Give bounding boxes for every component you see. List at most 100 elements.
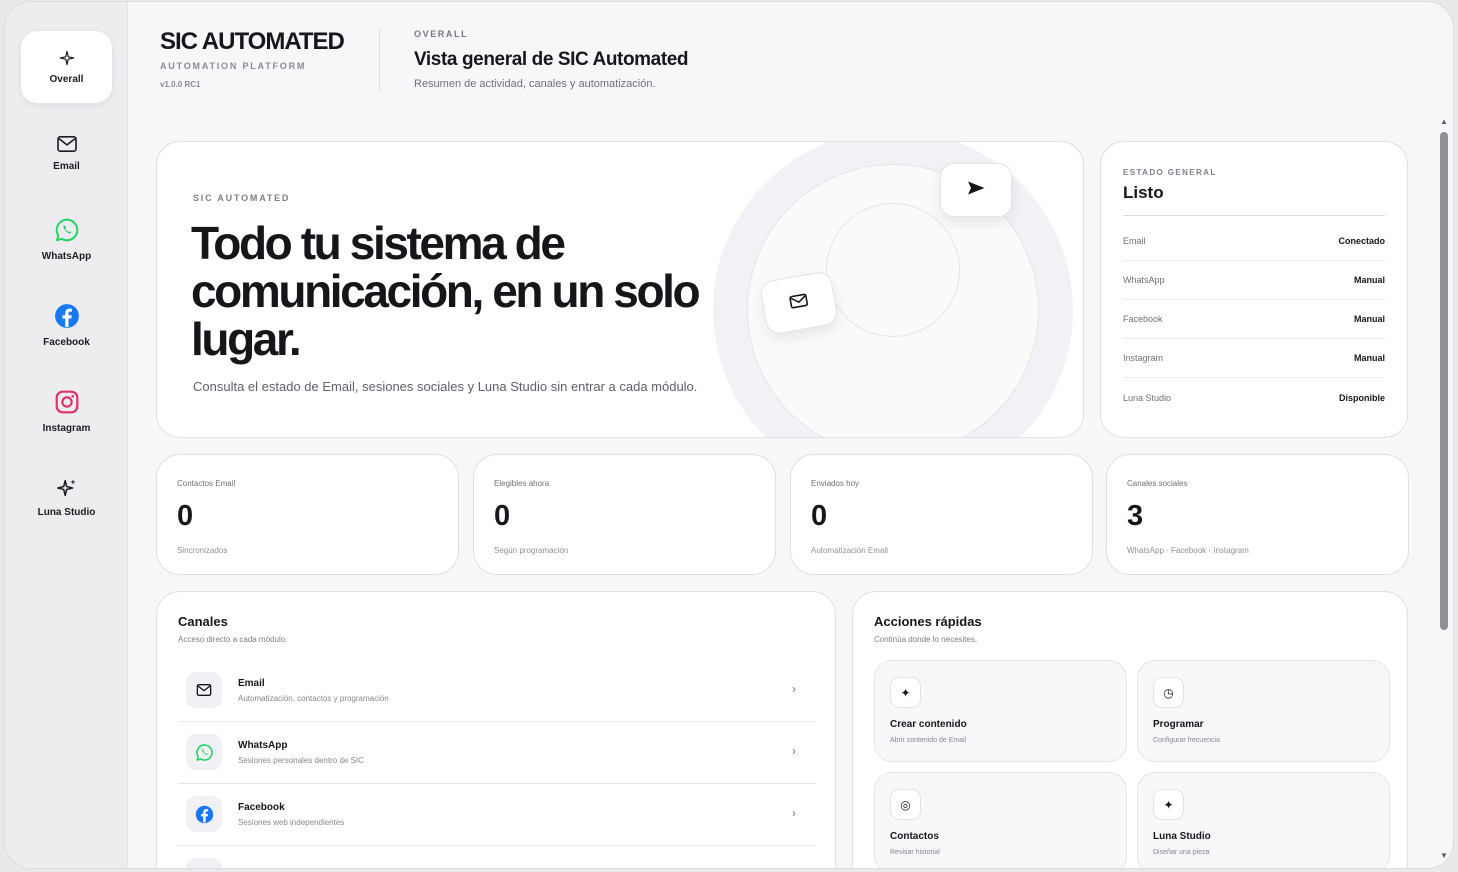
stat-label: Contactos Email: [177, 479, 236, 488]
section-subtitle: Acceso directo a cada módulo.: [178, 635, 288, 644]
target-icon: ◎: [890, 789, 921, 820]
stat-note: Según programación: [494, 546, 569, 555]
sidebar-item-email[interactable]: Email: [20, 116, 113, 190]
status-value: Manual: [1353, 353, 1385, 363]
instagram-icon: [54, 389, 80, 415]
action-description: Revisar historial: [890, 849, 940, 856]
action-name: Programar: [1153, 719, 1204, 730]
status-card: ESTADO GENERAL Listo Email Conectado Wha…: [1100, 141, 1408, 438]
stat-value: 0: [494, 500, 511, 532]
sidebar-item-facebook[interactable]: Facebook: [20, 288, 113, 362]
scroll-down-arrow-icon[interactable]: ▼: [1439, 851, 1449, 861]
sidebar-item-label: Instagram: [42, 422, 91, 434]
section-title: Acciones rápidas: [874, 614, 982, 629]
scroll-up-arrow-icon[interactable]: ▲: [1439, 117, 1449, 127]
action-name: Contactos: [890, 831, 939, 842]
status-key: Facebook: [1123, 314, 1163, 324]
status-eyebrow: ESTADO GENERAL: [1123, 168, 1217, 177]
status-key: Email: [1123, 236, 1146, 246]
section-eyebrow: OVERALL: [414, 29, 469, 39]
app-window: Overall Email WhatsApp Facebook Instagra…: [5, 2, 1453, 868]
stat-card-contacts: Contactos Email 0 Sincronizados: [156, 454, 459, 575]
channel-row-email[interactable]: Email Automatización, contactos y progra…: [178, 660, 816, 722]
sidebar-item-label: WhatsApp: [41, 250, 92, 262]
status-value: Conectado: [1338, 236, 1385, 246]
stat-note: Automatización Email: [811, 546, 888, 555]
page-description: Resumen de actividad, canales y automati…: [414, 78, 656, 90]
sparkle-icon: ✦: [1153, 789, 1184, 820]
stat-value: 0: [177, 500, 194, 532]
sidebar-item-whatsapp[interactable]: WhatsApp: [20, 202, 113, 276]
divider: [1123, 215, 1385, 216]
stat-label: Canales sociales: [1127, 479, 1188, 488]
action-description: Configurar frecuencia: [1153, 737, 1220, 744]
action-contacts[interactable]: ◎ Contactos Revisar historial: [874, 772, 1127, 868]
status-value: Disponible: [1338, 392, 1385, 403]
stat-card-social-channels: Canales sociales 3 WhatsApp · Facebook ·…: [1106, 454, 1409, 575]
facebook-icon: [54, 303, 80, 329]
hero-description: Consulta el estado de Email, sesiones so…: [193, 379, 698, 394]
action-create-content[interactable]: ✦ Crear contenido Abrir contenido de Ema…: [874, 660, 1127, 762]
sidebar-item-luna-studio[interactable]: Luna Studio: [20, 460, 113, 534]
hero-eyebrow: SIC AUTOMATED: [193, 193, 291, 203]
facebook-icon: [186, 796, 222, 832]
action-luna-studio[interactable]: ✦ Luna Studio Diseñar una pieza: [1137, 772, 1390, 868]
page-header: SIC AUTOMATED AUTOMATION PLATFORM v1.0.0…: [128, 2, 1453, 118]
sparkle-icon: [59, 50, 75, 66]
send-tile: [940, 163, 1012, 217]
hero-title: Todo tu sistema de comunicación, en un s…: [191, 217, 701, 365]
sidebar: Overall Email WhatsApp Facebook Instagra…: [5, 2, 128, 868]
sidebar-item-label: Luna Studio: [37, 506, 96, 518]
sparkle-icon: ✦: [890, 677, 921, 708]
status-row-email: Email Conectado: [1123, 222, 1385, 261]
status-title: Listo: [1123, 183, 1164, 202]
status-row-instagram: Instagram Manual: [1123, 339, 1385, 378]
status-row-luna-studio: Luna Studio Disponible: [1123, 378, 1385, 417]
stars-icon: [56, 477, 78, 499]
sidebar-item-label: Email: [53, 160, 80, 172]
chevron-right-icon: ›: [792, 682, 796, 696]
channel-row-whatsapp[interactable]: WhatsApp Sesiones personales dentro de S…: [178, 722, 816, 784]
sidebar-item-overall[interactable]: Overall: [20, 30, 113, 104]
whatsapp-icon: [54, 217, 80, 243]
chevron-right-icon: ›: [792, 806, 796, 820]
channel-description: Sesiones personales dentro de SIC: [238, 756, 364, 765]
chevron-right-icon: ›: [792, 744, 796, 758]
channel-name: Facebook: [238, 802, 285, 813]
mail-icon: [787, 291, 810, 315]
action-schedule[interactable]: ◷ Programar Configurar frecuencia: [1137, 660, 1390, 762]
stat-label: Elegibles ahora: [494, 479, 550, 488]
clock-icon: ◷: [1153, 677, 1184, 708]
channel-description: Sesiones web independientes: [238, 818, 345, 827]
brand-subtitle: AUTOMATION PLATFORM: [160, 61, 307, 71]
brand-title: SIC AUTOMATED: [160, 28, 345, 55]
status-key: Instagram: [1123, 353, 1164, 363]
status-value: Manual: [1353, 314, 1385, 324]
stat-note: WhatsApp · Facebook · Instagram: [1127, 546, 1249, 555]
quick-actions-card: Acciones rápidas Continúa donde lo neces…: [852, 591, 1408, 868]
status-value: Manual: [1353, 275, 1385, 285]
channel-name: Email: [238, 678, 265, 689]
channel-row-partial[interactable]: [178, 846, 816, 868]
action-description: Diseñar una pieza: [1153, 849, 1210, 856]
sidebar-item-instagram[interactable]: Instagram: [20, 374, 113, 448]
action-description: Abrir contenido de Email: [890, 737, 967, 744]
stat-label: Enviados hoy: [811, 479, 860, 488]
scrollbar-thumb[interactable]: [1440, 132, 1448, 630]
mail-icon: [186, 672, 222, 708]
stat-note: Sincronizados: [177, 546, 228, 555]
send-icon: [966, 180, 986, 201]
sidebar-item-label: Overall: [49, 73, 84, 85]
version-label: v1.0.0 RC1: [160, 80, 201, 89]
stat-value: 0: [811, 500, 828, 532]
status-key: WhatsApp: [1123, 275, 1165, 285]
section-subtitle: Continúa donde lo necesites.: [874, 635, 978, 644]
hero-card: SIC AUTOMATED Todo tu sistema de comunic…: [156, 141, 1084, 438]
section-title: Canales: [178, 614, 228, 629]
status-row-facebook: Facebook Manual: [1123, 300, 1385, 339]
channel-name: WhatsApp: [238, 740, 288, 751]
channel-row-facebook[interactable]: Facebook Sesiones web independientes ›: [178, 784, 816, 846]
stat-value: 3: [1127, 500, 1144, 532]
mail-icon: [56, 135, 78, 153]
orbit-decoration: [826, 203, 960, 337]
